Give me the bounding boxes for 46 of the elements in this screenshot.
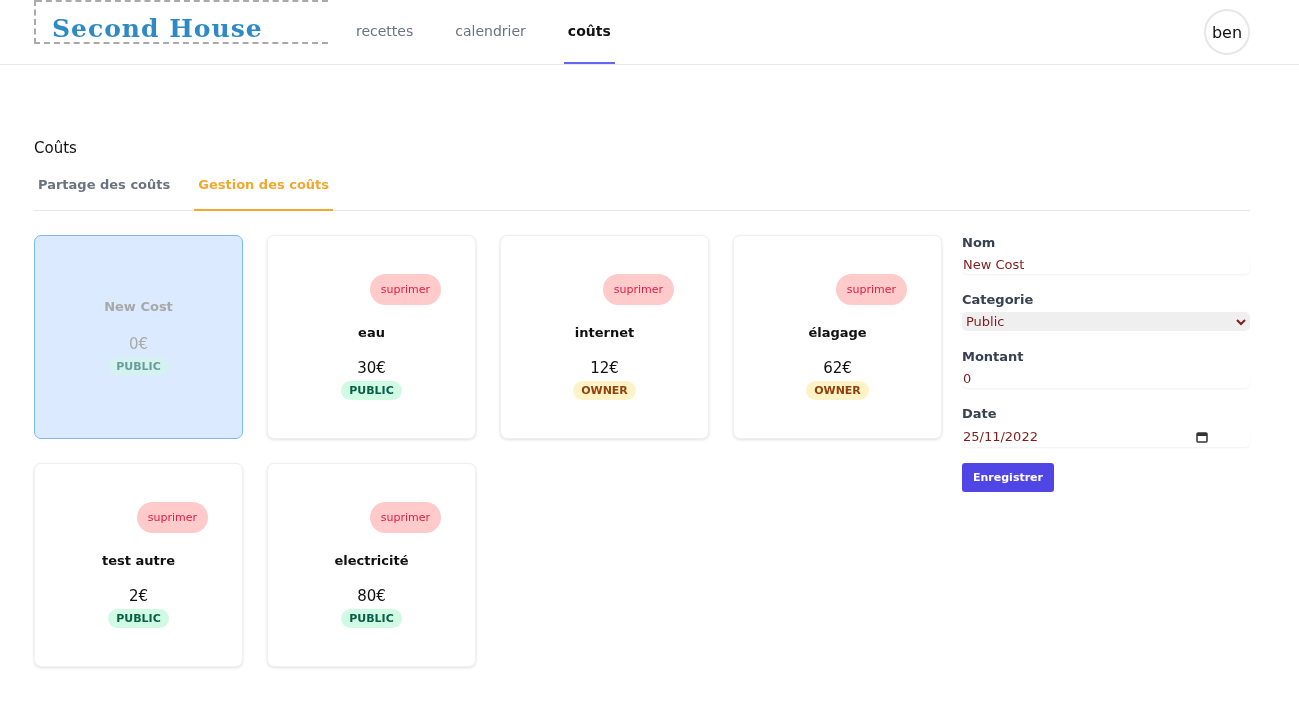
cost-amount: 0€	[128, 334, 149, 353]
cost-name: test autre	[102, 553, 175, 568]
cost-name: élagage	[808, 325, 867, 340]
logo[interactable]: Second House	[52, 14, 263, 43]
delete-button[interactable]: suprimer	[602, 274, 675, 305]
delete-button[interactable]: suprimer	[136, 502, 209, 533]
chevron-down-icon	[1236, 317, 1246, 326]
category-badge: PUBLIC	[108, 356, 169, 376]
calendar-icon	[1196, 430, 1208, 443]
cost-amount: 62€	[823, 359, 852, 377]
category-badge: PUBLIC	[341, 381, 402, 400]
category-badge: OWNER	[806, 381, 869, 400]
delete-button[interactable]: suprimer	[835, 274, 908, 305]
cost-name: internet	[574, 325, 635, 340]
cost-amount: 2€	[128, 587, 149, 605]
category-badge: OWNER	[573, 381, 636, 400]
cost-name: New Cost	[104, 298, 173, 314]
field-label: Montant	[962, 349, 1025, 364]
text-field[interactable]: 0	[962, 369, 1250, 388]
category-badge: PUBLIC	[341, 609, 402, 628]
cost-card[interactable]: suprimer electricité 80€ PUBLIC	[267, 463, 476, 667]
cost-amount: 12€	[590, 359, 619, 377]
category-select[interactable]: Public	[962, 312, 1250, 331]
cost-card[interactable]: suprimer internet 12€ OWNER	[500, 235, 709, 439]
save-button[interactable]: Enregistrer	[962, 463, 1054, 492]
cost-card[interactable]: suprimer élagage 62€ OWNER	[733, 235, 942, 439]
nav-link[interactable]: calendrier	[451, 0, 530, 64]
field-label: Categorie	[962, 292, 1035, 307]
category-badge: PUBLIC	[108, 609, 169, 628]
cost-amount: 30€	[357, 359, 386, 377]
cost-name: electricité	[334, 553, 409, 568]
cost-name: eau	[358, 325, 385, 340]
cost-amount: 80€	[357, 587, 386, 605]
delete-button[interactable]: suprimer	[369, 502, 442, 533]
page-title: Coûts	[34, 139, 78, 157]
date-field[interactable]: 25/11/2022	[962, 426, 1250, 447]
delete-button[interactable]: suprimer	[369, 274, 442, 305]
cost-card[interactable]: suprimer eau 30€ PUBLIC	[267, 235, 476, 439]
field-label: Date	[962, 406, 998, 421]
user-avatar[interactable]: ben	[1204, 9, 1250, 55]
cost-card[interactable]: suprimer test autre 2€ PUBLIC	[34, 463, 243, 667]
nav-link[interactable]: recettes	[352, 0, 418, 64]
tab[interactable]: Partage des coûts	[34, 173, 175, 211]
text-field[interactable]: New Cost	[962, 255, 1250, 274]
nav-link[interactable]: coûts	[563, 0, 615, 64]
field-label: Nom	[962, 235, 997, 250]
